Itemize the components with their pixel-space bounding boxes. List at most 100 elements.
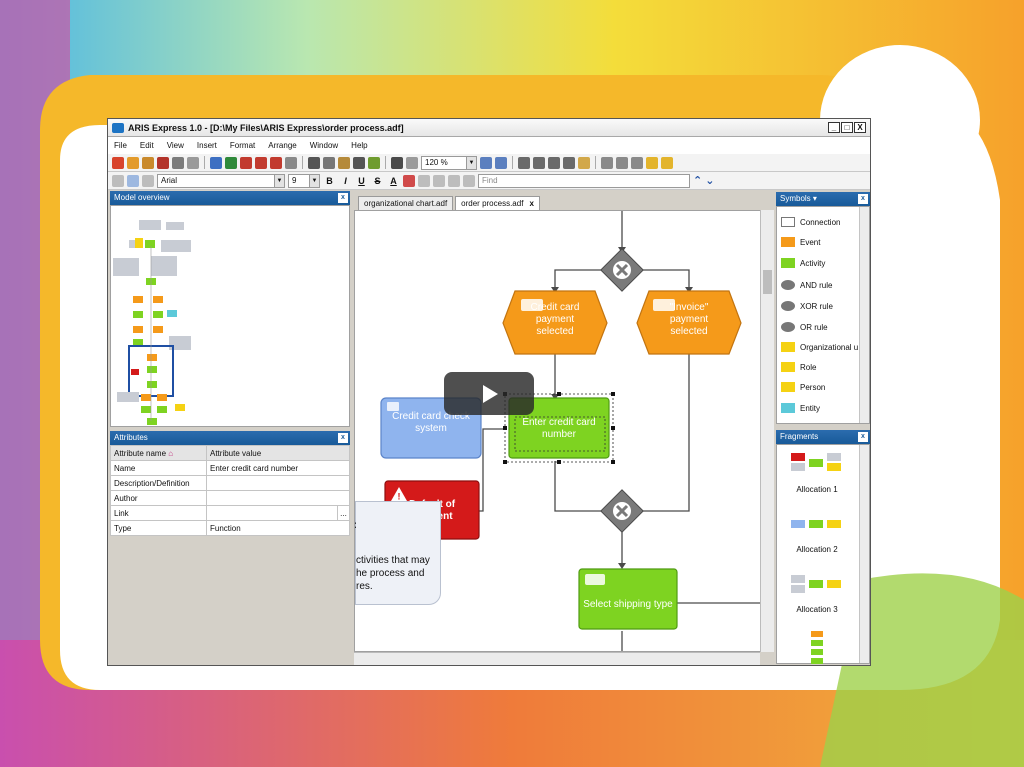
bring-front-icon[interactable]	[646, 156, 658, 169]
table-row[interactable]: Description/Definition	[110, 475, 350, 491]
distribute-icon[interactable]	[631, 156, 643, 169]
redo-icon[interactable]	[406, 156, 418, 169]
tab-order-process[interactable]: order process.adf x	[455, 196, 540, 210]
scroll-thumb[interactable]	[763, 270, 772, 294]
export-icon[interactable]	[240, 156, 252, 169]
align-icon[interactable]	[563, 156, 575, 169]
dropdown-icon[interactable]: ▾	[813, 194, 817, 203]
indent-decrease-icon[interactable]	[448, 174, 460, 187]
menu-insert[interactable]: Insert	[197, 141, 217, 150]
minimize-button[interactable]: _	[828, 122, 840, 133]
canvas-vertical-scrollbar[interactable]	[760, 210, 774, 652]
symbol-activity[interactable]: Activity	[781, 258, 825, 268]
close-icon[interactable]: x	[858, 194, 868, 204]
fragment-allocation-2[interactable]: Allocation 2	[777, 545, 857, 554]
indent-increase-icon[interactable]	[463, 174, 475, 187]
find-next-icon[interactable]: ⌄	[705, 174, 714, 187]
properties-icon[interactable]	[285, 156, 297, 169]
symbol-xor-rule[interactable]: XOR rule	[781, 301, 833, 311]
menu-format[interactable]: Format	[230, 141, 255, 150]
export-pdf-icon[interactable]	[255, 156, 267, 169]
symbol-person[interactable]: Person	[781, 382, 825, 392]
model-overview-thumbnail[interactable]	[110, 205, 350, 427]
paste-icon[interactable]	[338, 156, 350, 169]
print-preview-icon[interactable]	[172, 156, 184, 169]
info-icon[interactable]	[210, 156, 222, 169]
cut-icon[interactable]	[308, 156, 320, 169]
menu-view[interactable]: View	[167, 141, 184, 150]
menu-help[interactable]: Help	[351, 141, 367, 150]
symbol-role[interactable]: Role	[781, 362, 816, 372]
filter-icon[interactable]: ⌂	[168, 449, 173, 458]
menu-file[interactable]: File	[114, 141, 127, 150]
group-icon[interactable]	[601, 156, 613, 169]
close-icon[interactable]: x	[338, 193, 348, 203]
attribute-value[interactable]	[206, 475, 350, 491]
attribute-value[interactable]: Enter credit card number	[206, 460, 350, 476]
send-back-icon[interactable]	[661, 156, 673, 169]
symbol-and-rule[interactable]: AND rule	[781, 280, 832, 290]
attribute-value[interactable]	[206, 490, 350, 506]
print-icon[interactable]	[187, 156, 199, 169]
video-play-button[interactable]	[444, 372, 534, 415]
menu-edit[interactable]: Edit	[140, 141, 154, 150]
font-size-select[interactable]: 9 ▼	[288, 173, 320, 188]
xor-gateway-top[interactable]	[600, 248, 644, 292]
zoom-in-icon[interactable]	[480, 156, 492, 169]
close-tab-icon[interactable]: x	[529, 199, 533, 208]
font-family-select[interactable]: Arial ▼	[157, 173, 285, 188]
text-color-button[interactable]: A	[387, 176, 400, 186]
symbol-entity[interactable]: Entity	[781, 403, 820, 413]
tab-organizational-chart[interactable]: organizational chart.adf	[358, 196, 454, 210]
font-color-icon[interactable]	[403, 174, 415, 187]
text-style-icon[interactable]	[548, 156, 560, 169]
layout-icon[interactable]	[616, 156, 628, 169]
format-painter-icon[interactable]	[368, 156, 380, 169]
activity-select-shipping-type[interactable]: Select shipping type	[578, 568, 678, 630]
fragments-scrollbar[interactable]	[859, 445, 869, 663]
align-center-icon[interactable]	[127, 174, 139, 187]
table-row[interactable]: Link ...	[110, 505, 350, 521]
symbol-organizational-unit[interactable]: Organizational u	[781, 342, 858, 352]
align-left-icon[interactable]	[112, 174, 124, 187]
connector-icon[interactable]	[533, 156, 545, 169]
menu-arrange[interactable]: Arrange	[268, 141, 296, 150]
home-icon[interactable]	[112, 156, 124, 169]
fragment-allocation-3[interactable]: Allocation 3	[777, 605, 857, 614]
table-row[interactable]: Name Enter credit card number	[110, 460, 350, 476]
symbol-or-rule[interactable]: OR rule	[781, 322, 828, 332]
save-icon[interactable]	[157, 156, 169, 169]
image-icon[interactable]	[225, 156, 237, 169]
bold-button[interactable]: B	[323, 176, 336, 186]
table-row[interactable]: Author	[110, 490, 350, 506]
close-button[interactable]: X	[854, 122, 866, 133]
align-right-icon[interactable]	[142, 174, 154, 187]
canvas-horizontal-scrollbar[interactable]	[354, 652, 760, 665]
copy-icon[interactable]	[323, 156, 335, 169]
close-icon[interactable]: x	[858, 432, 868, 442]
underline-button[interactable]: U	[355, 176, 368, 186]
zoom-out-icon[interactable]	[495, 156, 507, 169]
shape-icon[interactable]	[578, 156, 590, 169]
close-icon[interactable]: x	[338, 433, 348, 443]
grid-icon[interactable]	[518, 156, 530, 169]
open-icon[interactable]	[142, 156, 154, 169]
attribute-value[interactable]	[206, 505, 338, 521]
attribute-value[interactable]: Function	[206, 520, 350, 536]
zoom-select[interactable]: 120 % ▼	[421, 155, 477, 170]
fragment-allocation-1[interactable]: Allocation 1	[777, 485, 857, 494]
delete-icon[interactable]	[353, 156, 365, 169]
numbered-list-icon[interactable]	[433, 174, 445, 187]
strikethrough-button[interactable]: S	[371, 176, 384, 186]
diagram-canvas[interactable]: Credit card payment selected "Invoice" paym…	[354, 210, 774, 652]
menu-window[interactable]: Window	[310, 141, 338, 150]
link-browse-button[interactable]: ...	[337, 505, 350, 521]
xor-gateway-merge[interactable]	[600, 489, 644, 533]
undo-icon[interactable]	[391, 156, 403, 169]
symbol-connection[interactable]: Connection	[781, 217, 840, 227]
export-report-icon[interactable]	[270, 156, 282, 169]
table-row[interactable]: Type Function	[110, 520, 350, 536]
maximize-button[interactable]: □	[841, 122, 853, 133]
symbol-event[interactable]: Event	[781, 237, 820, 247]
italic-button[interactable]: I	[339, 176, 352, 186]
